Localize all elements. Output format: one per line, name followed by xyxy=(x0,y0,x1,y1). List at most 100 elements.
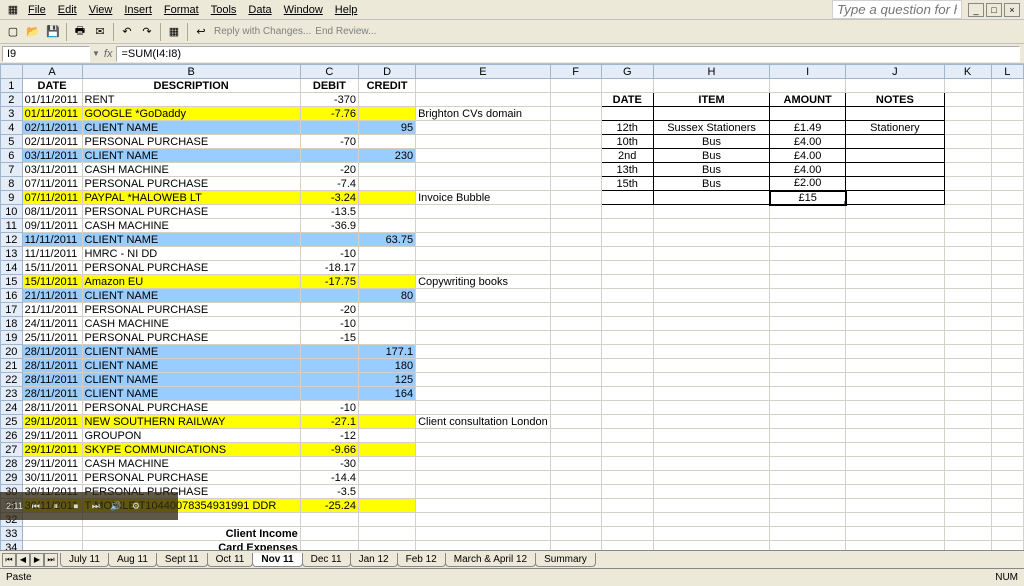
cell-C15[interactable]: -17.75 xyxy=(300,275,358,289)
cell-J23[interactable] xyxy=(846,387,944,401)
cell-F10[interactable] xyxy=(550,205,601,219)
menu-view[interactable]: View xyxy=(83,2,119,18)
cell-E27[interactable] xyxy=(416,443,551,457)
cell-J34[interactable] xyxy=(846,541,944,551)
cell-D32[interactable] xyxy=(359,513,416,527)
row-header-16[interactable]: 16 xyxy=(1,289,23,303)
cell-L3[interactable] xyxy=(991,107,1023,121)
cell-F17[interactable] xyxy=(550,303,601,317)
cell-E20[interactable] xyxy=(416,345,551,359)
cell-J22[interactable] xyxy=(846,373,944,387)
cell-F8[interactable] xyxy=(550,177,601,191)
row-header-4[interactable]: 4 xyxy=(1,121,23,135)
cell-A5[interactable]: 02/11/2011 xyxy=(22,135,82,149)
cell-H8[interactable]: Bus xyxy=(653,177,769,191)
cell-C4[interactable] xyxy=(300,121,358,135)
cell-K20[interactable] xyxy=(944,345,991,359)
cell-A19[interactable]: 25/11/2011 xyxy=(22,331,82,345)
print-icon[interactable]: 🖶 xyxy=(71,23,89,41)
cell-L23[interactable] xyxy=(991,387,1023,401)
cell-I18[interactable] xyxy=(770,317,846,331)
cell-D30[interactable] xyxy=(359,485,416,499)
restore-button[interactable]: □ xyxy=(986,3,1002,17)
mail-icon[interactable]: ✉ xyxy=(91,23,109,41)
cell-L1[interactable] xyxy=(991,79,1023,93)
cell-A10[interactable]: 08/11/2011 xyxy=(22,205,82,219)
cell-I5[interactable]: £4.00 xyxy=(770,135,846,149)
cell-C31[interactable]: -25.24 xyxy=(300,499,358,513)
cell-I8[interactable]: £2.00 xyxy=(770,177,846,191)
open-icon[interactable]: 📂 xyxy=(24,23,42,41)
cell-J29[interactable] xyxy=(846,471,944,485)
cell-D18[interactable] xyxy=(359,317,416,331)
col-header-C[interactable]: C xyxy=(300,65,358,79)
cell-B23[interactable]: CLIENT NAME xyxy=(82,387,300,401)
cell-F9[interactable] xyxy=(550,191,601,205)
cell-K2[interactable] xyxy=(944,93,991,107)
cell-G1[interactable] xyxy=(601,79,653,93)
cell-K26[interactable] xyxy=(944,429,991,443)
minimize-button[interactable]: _ xyxy=(968,3,984,17)
cell-F26[interactable] xyxy=(550,429,601,443)
cell-J26[interactable] xyxy=(846,429,944,443)
cell-J4[interactable]: Stationery xyxy=(846,121,944,135)
cell-C21[interactable] xyxy=(300,359,358,373)
menu-data[interactable]: Data xyxy=(242,2,277,18)
cell-C11[interactable]: -36.9 xyxy=(300,219,358,233)
cell-K31[interactable] xyxy=(944,499,991,513)
cell-F29[interactable] xyxy=(550,471,601,485)
cell-L12[interactable] xyxy=(991,233,1023,247)
cell-J31[interactable] xyxy=(846,499,944,513)
select-all-cell[interactable] xyxy=(1,65,23,79)
cell-A22[interactable]: 28/11/2011 xyxy=(22,373,82,387)
cell-E16[interactable] xyxy=(416,289,551,303)
cell-K11[interactable] xyxy=(944,219,991,233)
cell-L18[interactable] xyxy=(991,317,1023,331)
cell-E19[interactable] xyxy=(416,331,551,345)
cell-C5[interactable]: -70 xyxy=(300,135,358,149)
redo-icon[interactable]: ↷ xyxy=(138,23,156,41)
cell-H14[interactable] xyxy=(653,261,769,275)
cell-L14[interactable] xyxy=(991,261,1023,275)
cell-J5[interactable] xyxy=(846,135,944,149)
cell-L20[interactable] xyxy=(991,345,1023,359)
cell-J33[interactable] xyxy=(846,527,944,541)
cell-F6[interactable] xyxy=(550,149,601,163)
cell-L10[interactable] xyxy=(991,205,1023,219)
sheet-tab-feb-12[interactable]: Feb 12 xyxy=(397,553,446,567)
cell-F11[interactable] xyxy=(550,219,601,233)
row-header-10[interactable]: 10 xyxy=(1,205,23,219)
cell-L21[interactable] xyxy=(991,359,1023,373)
cell-A28[interactable]: 29/11/2011 xyxy=(22,457,82,471)
cell-A1[interactable]: DATE xyxy=(22,79,82,93)
cell-F25[interactable] xyxy=(550,415,601,429)
cell-J17[interactable] xyxy=(846,303,944,317)
cell-E33[interactable] xyxy=(416,527,551,541)
cell-B4[interactable]: CLIENT NAME xyxy=(82,121,300,135)
cell-E10[interactable] xyxy=(416,205,551,219)
cell-A16[interactable]: 21/11/2011 xyxy=(22,289,82,303)
row-header-24[interactable]: 24 xyxy=(1,401,23,415)
cell-B9[interactable]: PAYPAL *HALOWEB LT xyxy=(82,191,300,205)
cell-A23[interactable]: 28/11/2011 xyxy=(22,387,82,401)
col-header-L[interactable]: L xyxy=(991,65,1023,79)
sheet-tab-sept-11[interactable]: Sept 11 xyxy=(156,553,208,567)
cell-C33[interactable] xyxy=(300,527,358,541)
cell-A2[interactable]: 01/11/2011 xyxy=(22,93,82,107)
row-header-21[interactable]: 21 xyxy=(1,359,23,373)
cell-D17[interactable] xyxy=(359,303,416,317)
cell-J28[interactable] xyxy=(846,457,944,471)
col-header-J[interactable]: J xyxy=(846,65,944,79)
cell-I1[interactable] xyxy=(770,79,846,93)
cell-H29[interactable] xyxy=(653,471,769,485)
cell-L16[interactable] xyxy=(991,289,1023,303)
row-header-9[interactable]: 9 xyxy=(1,191,23,205)
cell-J24[interactable] xyxy=(846,401,944,415)
cell-G27[interactable] xyxy=(601,443,653,457)
cell-I33[interactable] xyxy=(770,527,846,541)
cell-C26[interactable]: -12 xyxy=(300,429,358,443)
cell-K32[interactable] xyxy=(944,513,991,527)
cell-I3[interactable] xyxy=(770,107,846,121)
cell-L27[interactable] xyxy=(991,443,1023,457)
cell-B7[interactable]: CASH MACHINE xyxy=(82,163,300,177)
